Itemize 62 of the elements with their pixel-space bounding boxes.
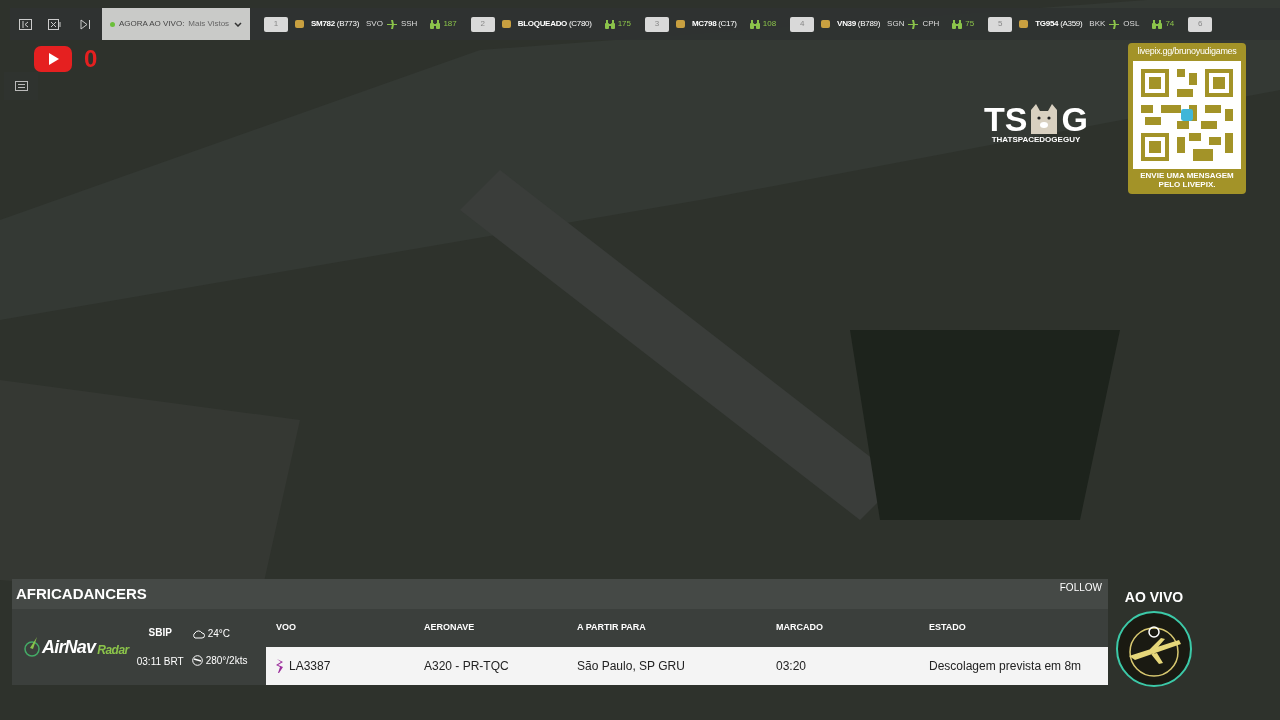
table-cell-text: LA3387 [289, 658, 331, 675]
table-cell-text: A320 - PR-TQC [424, 658, 509, 675]
flight-callsign[interactable]: BLOQUEADO (C780) [517, 18, 592, 30]
viewer-count: 108 [762, 18, 777, 30]
flight-callsign[interactable]: TG954 (A359) [1035, 18, 1083, 30]
route-origin: SGN [887, 18, 905, 30]
camera-off-icon [48, 18, 62, 30]
live-label: AO VIVO [1124, 588, 1184, 607]
plane-icon [386, 19, 397, 29]
flight-callsign[interactable]: VN39 (B789) [837, 18, 881, 30]
chevron-down-icon [234, 21, 242, 27]
binoculars-icon [1152, 19, 1163, 29]
temperature: 24°C [207, 627, 230, 641]
wind-reading: 280°/2kts [205, 654, 248, 668]
viewer-count: 75 [965, 18, 975, 30]
brand-name: AirNav [42, 635, 96, 659]
rank-badge: 1 [264, 16, 288, 32]
plane-icon [908, 19, 919, 29]
flight-callsign[interactable]: SM782 (B773) [311, 18, 359, 30]
skip-icon [79, 18, 91, 30]
panel-collapse-icon [18, 18, 32, 30]
route-destination: SSH [400, 18, 418, 30]
rank-badge: 5 [988, 16, 1013, 32]
list-icon [14, 81, 28, 91]
local-time: 03:11 BRT [136, 655, 184, 669]
table-cell-text: 03:20 [776, 658, 807, 675]
plane-icon [1109, 19, 1120, 29]
airport-code: SBIP [148, 626, 172, 640]
column-header: VOO [276, 621, 297, 635]
route-origin: BKK [1089, 18, 1106, 30]
flight-title: AFRICADANCERS [16, 583, 147, 604]
route-origin: SVO [366, 18, 383, 30]
binoculars-icon [749, 19, 760, 29]
qr-caption: ENVIE UMA MENSAGEM PELO LIVEPIX. [1139, 170, 1235, 189]
flight-callsign[interactable]: MC798 (C17) [692, 18, 737, 30]
viewer-count: 175 [617, 18, 631, 30]
wind-compass-icon [191, 655, 203, 666]
column-header: ESTADO [929, 621, 967, 635]
airline-tail-icon [276, 659, 284, 673]
binoculars-icon [604, 19, 615, 29]
table-cell-text: Descolagem prevista em 8m [929, 658, 1082, 675]
table-cell-text: São Paulo, SP GRU [577, 658, 685, 675]
column-header: MARCADO [776, 621, 824, 635]
viewer-count: 187 [443, 18, 457, 30]
youtube-icon [34, 46, 72, 72]
binoculars-icon [430, 19, 441, 29]
brand-subtitle: Radar [97, 642, 129, 659]
rank-badge: 4 [790, 16, 815, 32]
subscriber-count: 0 [84, 47, 98, 71]
column-header: A PARTIR PARA [577, 621, 647, 635]
cloud-icon [191, 628, 205, 639]
rank-badge: 2 [470, 16, 495, 32]
rank-badge: 6 [1188, 16, 1213, 32]
binoculars-icon [952, 19, 963, 29]
route-destination: OSL [1123, 18, 1140, 30]
column-header: AERONAVE [424, 621, 476, 635]
route-destination: CPH [922, 18, 940, 30]
follow-button[interactable]: FOLLOW [1059, 580, 1102, 595]
rank-badge: 3 [645, 16, 669, 32]
viewer-count: 74 [1165, 18, 1175, 30]
streamer-logo: TS G THATSPACEDOGEGUY [984, 102, 1088, 146]
live-dropdown[interactable]: AGORA AO VIVO: Mais Vistos [102, 8, 250, 40]
